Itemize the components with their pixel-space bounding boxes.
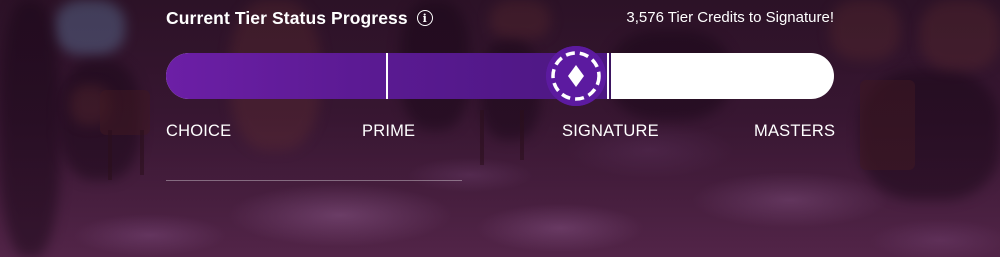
section-divider [166, 180, 462, 181]
widget-title: Current Tier Status Progress [166, 7, 408, 28]
tier-status-header: Current Tier Status Progress i [166, 6, 433, 30]
info-icon[interactable]: i [416, 10, 433, 26]
tier-progress-bar [166, 53, 834, 99]
diamond-chip-icon[interactable] [546, 46, 606, 106]
tier-label-choice: CHOICE [166, 122, 232, 140]
tier-label-signature: SIGNATURE [562, 122, 659, 140]
casino-background-photo [0, 0, 1000, 257]
tier-divider-prime [386, 53, 388, 99]
tier-credits-message: 3,576 Tier Credits to Signature! [626, 9, 834, 26]
tier-label-prime: PRIME [362, 122, 416, 140]
tier-divider-signature [609, 53, 611, 99]
tier-label-masters: MASTERS [754, 122, 836, 140]
